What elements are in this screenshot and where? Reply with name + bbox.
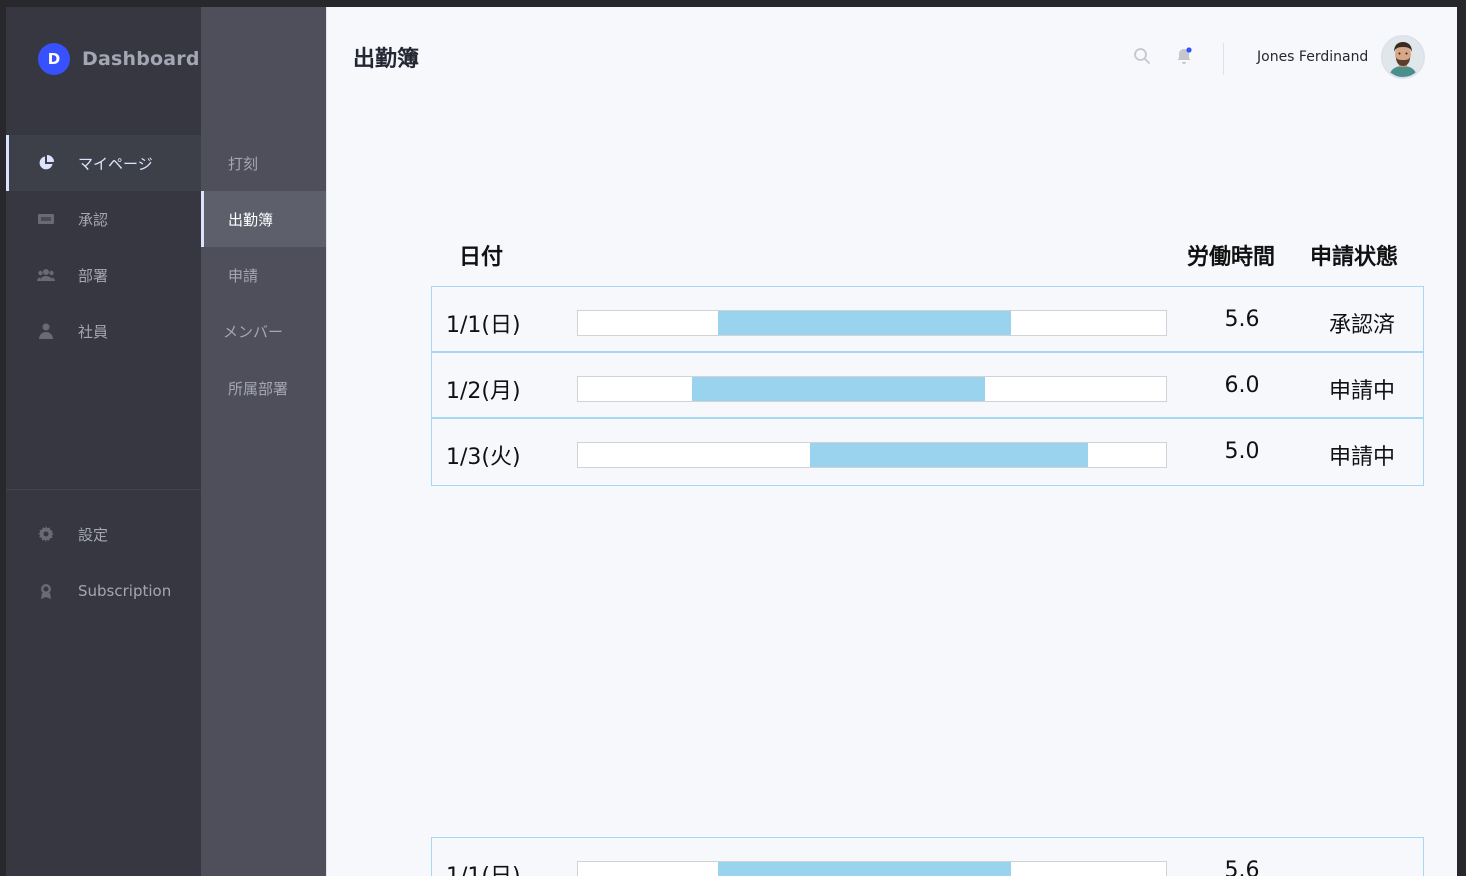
work-time-bar-fill — [810, 443, 1088, 467]
row-status: 申請中 — [1328, 445, 1395, 470]
subnav-item-request[interactable]: 申請 — [201, 247, 326, 303]
pie-chart-icon — [37, 154, 55, 172]
sidebar-item-label: 社員 — [78, 322, 109, 341]
table-row[interactable]: 1/1(日) 5.6 承認済 — [432, 287, 1423, 353]
sidebar-item-label: Subscription — [78, 582, 172, 600]
row-hours: 6.0 — [1224, 373, 1260, 398]
sidebar-item-subscription[interactable]: Subscription — [6, 563, 201, 619]
row-date: 1/2(月) — [446, 379, 521, 404]
work-time-bar-fill — [717, 311, 1012, 335]
main-content: 出勤簿 Jones Ferdinand 日付 労働時間 申請状態 1/1(日) … — [326, 7, 1457, 876]
ticket-icon — [37, 210, 55, 228]
attendance-table: 1/1(日) 5.6 承認済 1/2(月) 6.0 申請中 1/3(火) 5.0… — [431, 286, 1424, 486]
row-status: 申請中 — [1328, 379, 1395, 404]
app-window: D Dashboard Kit マイページ 承認 部署 社員 — [6, 7, 1457, 876]
brand-name: Dashboard Kit — [82, 48, 201, 70]
sidebar-divider — [6, 489, 201, 490]
sidebar-item-employee[interactable]: 社員 — [6, 303, 201, 359]
user-name[interactable]: Jones Ferdinand — [1257, 49, 1368, 65]
table-row[interactable]: 1/2(月) 6.0 申請中 — [432, 353, 1423, 419]
avatar[interactable] — [1381, 35, 1425, 79]
row-hours: 5.6 — [1224, 858, 1260, 876]
row-date: 1/3(火) — [446, 445, 521, 470]
gear-icon — [37, 525, 55, 543]
sidebar-item-mypage[interactable]: マイページ — [6, 135, 201, 191]
work-time-bar — [577, 442, 1167, 468]
column-header-hours: 労働時間 — [1187, 245, 1276, 270]
work-time-bar-fill — [717, 862, 1012, 876]
sidebar-item-label: 部署 — [78, 266, 109, 285]
column-header-status: 申請状態 — [1310, 245, 1399, 270]
work-time-bar — [577, 861, 1167, 876]
users-icon — [37, 266, 55, 284]
sidebar-item-label: 承認 — [78, 210, 109, 229]
sidebar-item-department[interactable]: 部署 — [6, 247, 201, 303]
work-time-bar — [577, 376, 1167, 402]
sidebar-item-approval[interactable]: 承認 — [6, 191, 201, 247]
primary-sidebar: D Dashboard Kit マイページ 承認 部署 社員 — [6, 7, 201, 876]
row-date: 1/1(日) — [446, 313, 521, 338]
row-date: 1/1(日) — [446, 858, 521, 876]
attendance-table-repeat: 1/1(日) 5.6 — [431, 837, 1424, 876]
work-time-bar — [577, 310, 1167, 336]
row-hours: 5.6 — [1224, 307, 1260, 332]
work-time-bar-fill — [692, 377, 986, 401]
subnav-item-attendance[interactable]: 出勤簿 — [201, 191, 326, 247]
brand[interactable]: D Dashboard Kit — [38, 43, 201, 75]
bell-icon[interactable] — [1175, 47, 1193, 65]
row-status: 承認済 — [1328, 313, 1395, 338]
brand-logo: D — [38, 43, 70, 75]
award-icon — [37, 582, 55, 600]
secondary-sidebar: 打刻 出勤簿 申請 メンバー 所属部署 — [201, 7, 326, 876]
header-divider — [1223, 43, 1224, 75]
subnav-item-affiliation[interactable]: 所属部署 — [201, 360, 326, 416]
subnav-item-members[interactable]: メンバー — [201, 303, 326, 359]
page-title: 出勤簿 — [353, 47, 420, 72]
sidebar-item-settings[interactable]: 設定 — [6, 506, 201, 562]
table-row[interactable]: 1/1(日) 5.6 — [432, 838, 1423, 876]
column-header-date: 日付 — [459, 245, 504, 270]
table-row[interactable]: 1/3(火) 5.0 申請中 — [432, 419, 1423, 485]
sidebar-item-label: 設定 — [78, 525, 109, 544]
search-icon[interactable] — [1133, 47, 1151, 65]
subnav-item-clock-in[interactable]: 打刻 — [201, 135, 326, 191]
user-icon — [37, 322, 55, 340]
sidebar-item-label: マイページ — [78, 154, 153, 173]
row-hours: 5.0 — [1224, 439, 1260, 464]
